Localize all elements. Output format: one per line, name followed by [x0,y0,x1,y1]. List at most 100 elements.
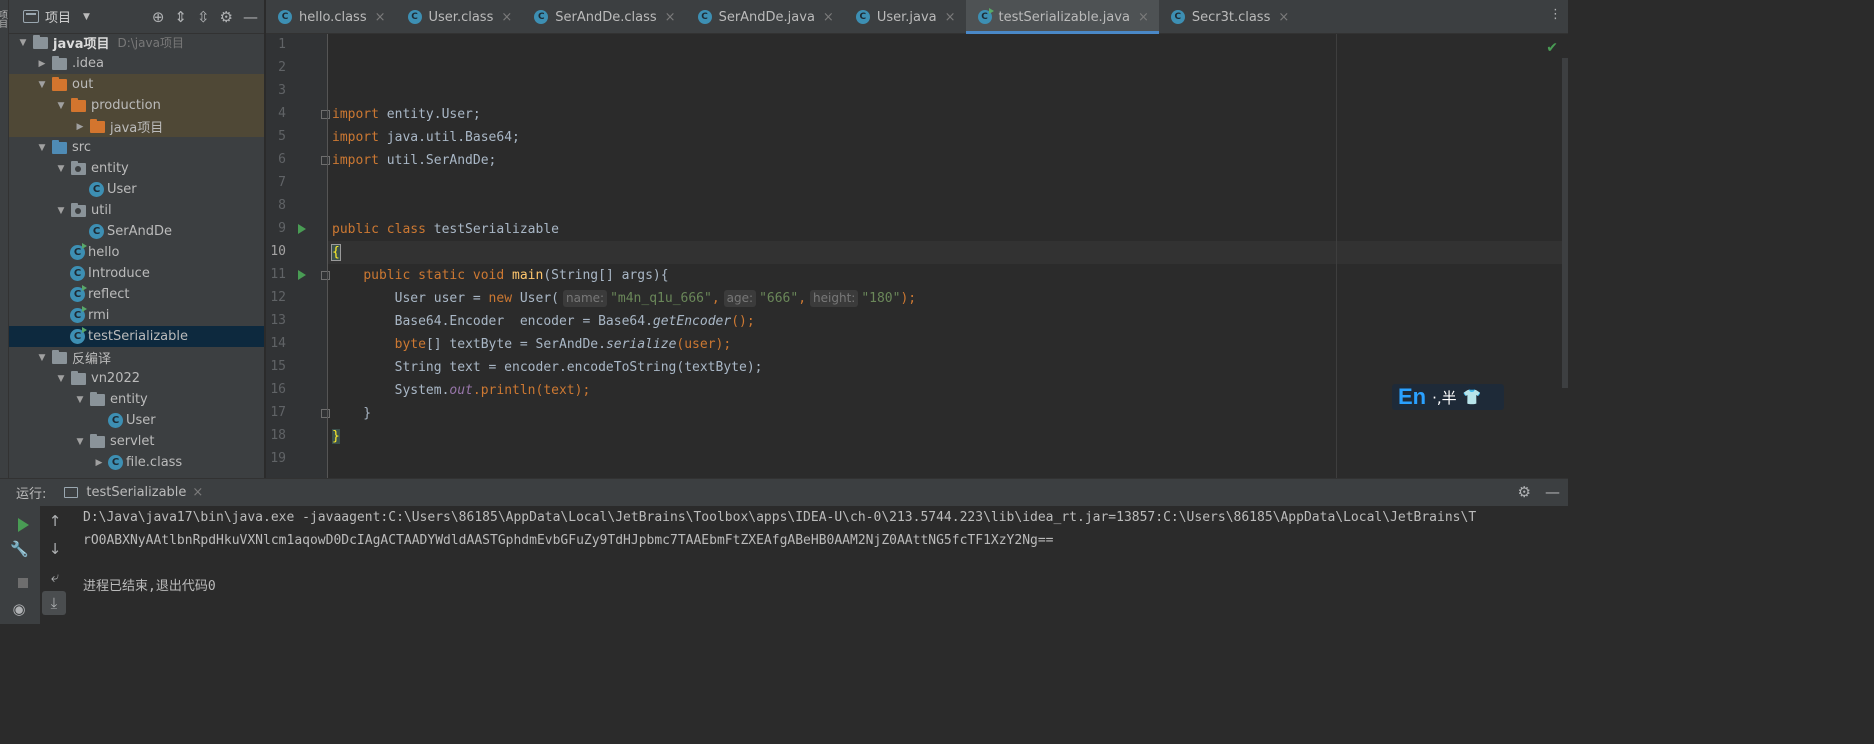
code-line: } [332,425,340,448]
line-number: 2 [278,60,286,75]
fold-icon[interactable] [321,110,330,119]
gear-icon[interactable]: ⚙ [1518,483,1531,501]
folder-icon [71,97,86,112]
gear-icon[interactable]: ⚙ [220,8,233,26]
ime-language[interactable]: En [1398,384,1426,410]
tree-item[interactable]: ▶Chello [9,242,264,263]
tree-item-label: SerAndDe [107,224,172,239]
fold-icon[interactable] [321,409,330,418]
camera-icon[interactable]: ◉ [10,600,28,618]
tree-item-label: Introduce [88,266,150,281]
tree-item[interactable]: ▼ entity [9,389,264,410]
editor-tab[interactable]: C User.class × [396,0,523,34]
class-icon: C [89,182,104,197]
close-icon[interactable]: × [1138,10,1149,25]
expand-all-icon[interactable]: ⇕ [174,8,187,26]
tree-item[interactable]: ▶Creflect [9,284,264,305]
locate-file-icon[interactable]: ⊕ [152,8,165,26]
code-editor[interactable]: 1 2 3 4 5 6 7 8 9 10 11 12 13 14 15 16 17 18 19 import ent… [266,34,1568,478]
line-number: 12 [270,290,286,305]
class-icon: C [70,327,87,344]
chevron-down-icon[interactable]: ▼ [54,101,68,111]
chevron-down-icon[interactable]: ▼ [73,395,87,405]
editor-tab[interactable]: CtestSerializable.java × [965,0,1160,34]
chevron-down-icon[interactable]: ▼ [54,164,68,174]
editor-tab[interactable]: C SerAndDe.java × [686,0,844,34]
folder-icon [71,370,86,385]
project-strip-label[interactable]: 项目 [0,10,9,28]
stop-icon[interactable] [18,578,28,588]
run-gutter-icon[interactable] [298,270,306,280]
tree-item[interactable]: ▼ java项目 D:\java项目 [9,32,264,53]
close-icon[interactable]: × [192,485,203,500]
close-icon[interactable]: × [501,10,512,25]
tree-item[interactable]: ▶CIntroduce [9,263,264,284]
tree-item[interactable]: ▶ java项目 [9,116,264,137]
tree-item[interactable]: ▼ util [9,200,264,221]
tree-item[interactable]: ▼ out [9,74,264,95]
editor-tab[interactable]: C SerAndDe.class × [522,0,685,34]
shirt-icon[interactable]: 👕 [1463,388,1482,406]
chevron-down-icon[interactable]: ▼ [35,353,49,363]
tree-item-label: rmi [88,308,110,323]
tree-item[interactable]: ▼ vn2022 [9,368,264,389]
chevron-down-icon[interactable]: ▼ [54,374,68,384]
tree-item[interactable]: ▼ 反编译 [9,347,264,368]
chevron-down-icon[interactable]: ▼ [73,437,87,447]
tree-item-label: hello [88,245,120,260]
tree-item[interactable]: ▶ Cfile.class [9,452,264,473]
chevron-down-icon[interactable]: ▼ [83,12,90,22]
line-number: 6 [278,152,286,167]
close-icon[interactable]: × [945,10,956,25]
tree-item-label: util [91,203,112,218]
chevron-right-icon[interactable]: ▶ [35,59,49,69]
editor-scrollbar[interactable] [1562,58,1568,388]
tree-item[interactable]: ▼ production [9,95,264,116]
chevron-down-icon[interactable]: ▼ [16,38,30,48]
ime-toolbar[interactable]: En ·,半 👕 [1392,384,1504,410]
close-icon[interactable]: × [375,10,386,25]
tree-item[interactable]: ▶CSerAndDe [9,221,264,242]
close-icon[interactable]: × [665,10,676,25]
collapse-all-icon[interactable]: ⇳ [197,8,210,26]
fold-icon[interactable] [321,156,330,165]
arrow-up-icon[interactable]: ↑ [46,512,64,530]
chevron-down-icon[interactable]: ▼ [35,80,49,90]
project-view-icon [23,10,39,23]
chevron-down-icon[interactable]: ▼ [35,143,49,153]
chevron-down-icon[interactable]: ▼ [54,206,68,216]
hide-panel-icon[interactable]: — [1545,483,1560,501]
editor-tab[interactable]: C Secr3t.class × [1159,0,1299,34]
arrow-down-icon[interactable]: ↓ [46,540,64,558]
hide-panel-icon[interactable]: — [243,8,258,26]
class-icon: C [407,10,422,24]
tree-item[interactable]: ▼ entity [9,158,264,179]
tree-item-label: java项目 [110,121,164,136]
soft-wrap-icon[interactable]: ⤶ [46,568,64,586]
tree-item[interactable]: ▶ .idea [9,53,264,74]
tree-item[interactable]: ▶CtestSerializable [9,326,264,347]
tree-item[interactable]: ▶CUser [9,179,264,200]
check-icon[interactable]: ✔ [1546,40,1558,56]
tree-item[interactable]: ▶CUser [9,410,264,431]
tab-label: hello.class [299,9,367,25]
chevron-right-icon[interactable]: ▶ [73,122,87,132]
scroll-to-end-icon[interactable]: ⤓ [42,591,66,615]
wrench-icon[interactable]: 🔧 [10,540,29,558]
fold-icon[interactable] [321,271,330,280]
run-gutter-icon[interactable] [298,224,306,234]
tree-item[interactable]: ▼ servlet [9,431,264,452]
rerun-icon[interactable] [18,518,29,532]
editor-tab[interactable]: Chello.class × [266,0,396,34]
project-panel: 项目 ▼ ⊕ ⇕ ⇳ ⚙ — ▼ java项目 D:\java项目 ▶ .idea ▼ ou… [9,0,265,478]
editor-tab[interactable]: C User.java × [844,0,966,34]
close-icon[interactable]: × [1278,10,1289,25]
tree-item[interactable]: ▶Crmi [9,305,264,326]
close-icon[interactable]: × [823,10,834,25]
more-icon[interactable]: ⋮ [1549,7,1562,22]
ime-mode[interactable]: ·,半 [1432,387,1457,408]
run-tab[interactable]: testSerializable × [64,485,203,500]
chevron-right-icon[interactable]: ▶ [92,458,106,468]
tree-item[interactable]: ▼ src [9,137,264,158]
project-panel-title[interactable]: 项目 [45,7,71,26]
